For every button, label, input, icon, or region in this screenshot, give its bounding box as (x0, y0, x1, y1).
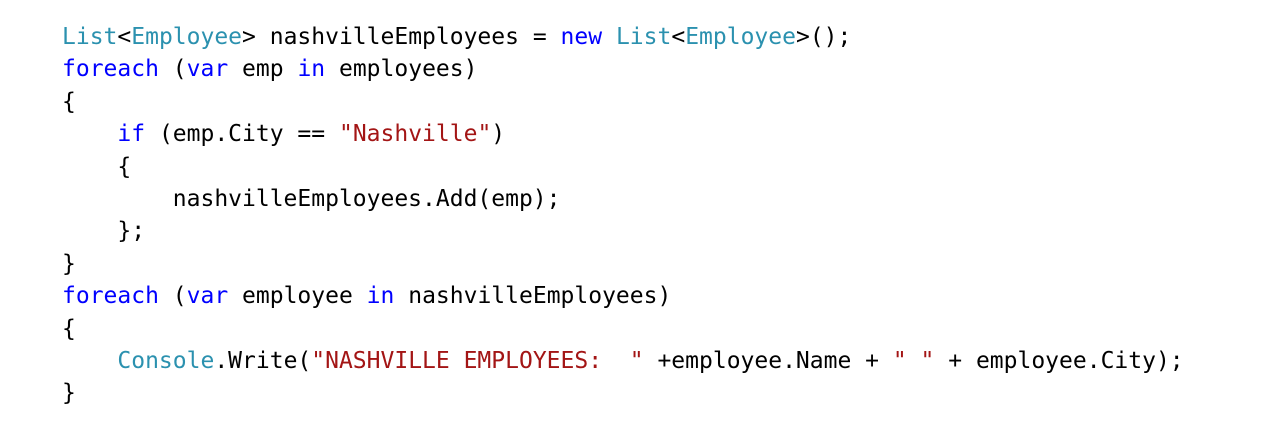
type-token: Employee (685, 24, 796, 50)
code-token: employee (228, 283, 367, 310)
code-line: Console.Write("NASHVILLE EMPLOYEES: " +e… (62, 345, 1184, 377)
keyword-token: foreach (62, 283, 159, 310)
code-line: if (emp.City == "Nashville") (62, 118, 1184, 150)
code-token: nashvilleEmployees) (394, 283, 672, 310)
code-token: +employee.Name + (643, 347, 893, 374)
code-line: nashvilleEmployees.Add(emp); (62, 183, 1184, 215)
code-line: foreach (var employee in nashvilleEmploy… (62, 280, 1184, 312)
type-token: List (615, 24, 672, 50)
code-token: } (62, 380, 76, 407)
code-line: }; (62, 215, 1184, 247)
code-line: { (62, 313, 1184, 345)
code-token: }; (62, 218, 146, 245)
code-token: (emp.City == (145, 121, 339, 148)
code-token: nashvilleEmployees.Add(emp); (62, 185, 561, 212)
code-token: emp (228, 56, 298, 83)
keyword-token: var (186, 283, 229, 310)
code-line: { (62, 86, 1184, 118)
code-token: { (62, 153, 132, 180)
type-token: Employee (131, 24, 243, 50)
keyword-token: in (366, 283, 395, 310)
code-line: } (62, 248, 1184, 280)
code-token: + employee.City); (934, 347, 1184, 374)
string-literal-token: "NASHVILLE EMPLOYEES: " (311, 347, 644, 374)
type-token: List (62, 24, 118, 50)
code-editor[interactable]: List<Employee> nashvilleEmployees = new … (62, 21, 1184, 410)
code-token: < (671, 24, 686, 50)
string-literal-token: " " (892, 347, 935, 374)
code-token: ( (158, 56, 187, 83)
keyword-token: if (117, 121, 146, 148)
code-token: >(); (795, 24, 852, 50)
keyword-token: in (297, 56, 326, 83)
code-token: { (62, 315, 76, 342)
code-token: ) (491, 121, 506, 148)
keyword-token: new (560, 24, 603, 50)
code-line: } (62, 377, 1184, 409)
code-line: List<Employee> nashvilleEmployees = new … (62, 21, 1184, 53)
type-token: Console (117, 347, 215, 374)
code-line: foreach (var emp in employees) (62, 53, 1184, 85)
keyword-token: var (186, 56, 229, 83)
keyword-token: foreach (62, 56, 159, 83)
code-token: ( (158, 283, 187, 310)
code-token: employees) (325, 56, 478, 83)
code-token: .Write( (214, 347, 312, 374)
code-token: { (62, 88, 76, 115)
code-line: { (62, 151, 1184, 183)
code-token: > nashvilleEmployees = (242, 24, 561, 50)
code-token: < (117, 24, 132, 50)
code-token: } (62, 250, 76, 277)
string-literal-token: "Nashville" (338, 121, 492, 148)
